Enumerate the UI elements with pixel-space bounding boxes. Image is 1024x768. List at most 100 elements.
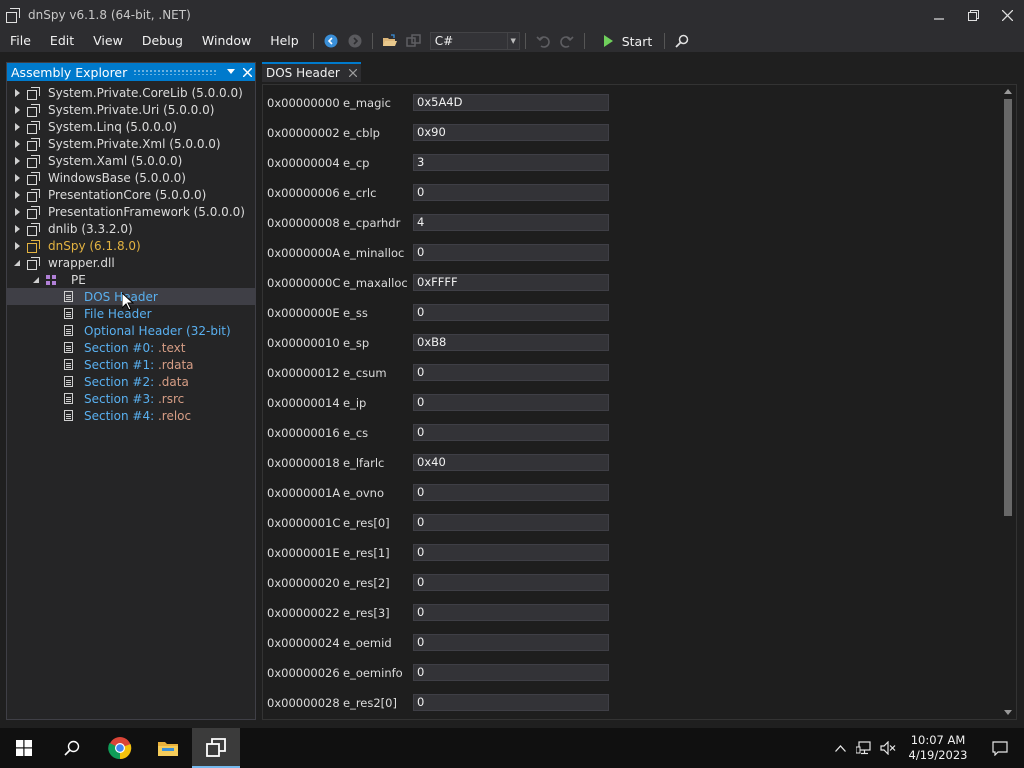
open-list-button[interactable]	[404, 31, 424, 51]
open-folder-icon	[382, 34, 397, 46]
minimize-icon	[934, 18, 944, 20]
field-value-input[interactable]: 0xB8	[413, 334, 609, 351]
menu-edit[interactable]: Edit	[40, 30, 83, 52]
panel-menu-button[interactable]	[223, 64, 239, 80]
field-value-input[interactable]: 0	[413, 304, 609, 321]
taskbar-file-explorer[interactable]	[144, 728, 192, 768]
field-value-input[interactable]: 0	[413, 634, 609, 651]
taskbar-dnspy[interactable]	[192, 728, 240, 768]
field-value-input[interactable]: 0	[413, 244, 609, 261]
panel-grip[interactable]	[133, 69, 217, 75]
title-bar: dnSpy v6.1.8 (64-bit, .NET)	[0, 0, 1024, 30]
tree-item-section[interactable]: Section #4: .reloc	[7, 407, 255, 424]
action-center-button[interactable]	[976, 728, 1024, 768]
dnspy-app-icon	[206, 738, 226, 757]
field-value-input[interactable]: 0	[413, 364, 609, 381]
taskbar-chrome[interactable]	[96, 728, 144, 768]
field-value-input[interactable]: 0	[413, 514, 609, 531]
menu-view[interactable]: View	[83, 30, 132, 52]
volume-button[interactable]	[876, 728, 900, 768]
expand-arrow-icon[interactable]	[12, 220, 22, 237]
tree-item-assembly[interactable]: System.Linq (5.0.0.0)	[7, 118, 255, 135]
menu-window[interactable]: Window	[192, 30, 260, 52]
tree-item-assembly-wrapper[interactable]: wrapper.dll	[7, 254, 255, 271]
field-value-input[interactable]: 0	[413, 184, 609, 201]
panel-close-button[interactable]	[239, 64, 255, 80]
search-button[interactable]	[672, 31, 692, 51]
field-value-input[interactable]: 3	[413, 154, 609, 171]
scroll-up-arrow-icon[interactable]	[1004, 89, 1012, 94]
tree-item-dos-header[interactable]: DOS Header	[7, 288, 255, 311]
field-value-input[interactable]: 0x90	[413, 124, 609, 141]
maximize-button[interactable]	[956, 0, 990, 30]
tree-item-assembly-dnspy[interactable]: dnSpy (6.1.8.0)	[7, 237, 255, 254]
menu-help[interactable]: Help	[260, 30, 308, 52]
expand-arrow-icon[interactable]	[12, 101, 22, 118]
open-button[interactable]	[380, 31, 400, 51]
field-value-input[interactable]: 4	[413, 214, 609, 231]
navigate-back-button[interactable]	[321, 31, 341, 51]
expand-arrow-icon[interactable]	[12, 118, 22, 135]
expand-arrow-icon[interactable]	[12, 203, 22, 220]
menu-debug[interactable]: Debug	[132, 30, 192, 52]
tree-item-file-header[interactable]: File Header	[7, 305, 255, 322]
tree-item-assembly[interactable]: System.Private.Xml (5.0.0.0)	[7, 135, 255, 152]
vertical-scrollbar[interactable]	[1001, 85, 1015, 719]
expand-arrow-icon[interactable]	[12, 237, 22, 254]
taskbar-clock[interactable]: 10:07 AM 4/19/2023	[900, 733, 976, 763]
taskbar-search-button[interactable]	[48, 728, 96, 768]
start-menu-button[interactable]	[0, 728, 48, 768]
undo-button[interactable]	[533, 31, 553, 51]
field-value-input[interactable]: 0	[413, 424, 609, 441]
field-value-input[interactable]: 0	[413, 604, 609, 621]
field-value-input[interactable]: 0x5A4D	[413, 94, 609, 111]
tree-item-assembly[interactable]: PresentationFramework (5.0.0.0)	[7, 203, 255, 220]
field-value-input[interactable]: 0	[413, 664, 609, 681]
expand-arrow-icon[interactable]	[12, 84, 22, 101]
scrollbar-thumb[interactable]	[1004, 99, 1012, 516]
tree-item-assembly[interactable]: PresentationCore (5.0.0.0)	[7, 186, 255, 203]
field-value-input[interactable]: 0	[413, 394, 609, 411]
show-hidden-icons-button[interactable]	[828, 728, 852, 768]
tree-item-section[interactable]: Section #0: .text	[7, 339, 255, 356]
tab-dos-header[interactable]: DOS Header	[262, 62, 361, 82]
start-debug-button[interactable]: Start	[603, 33, 653, 49]
field-value-input[interactable]: 0x40	[413, 454, 609, 471]
tree-item-assembly[interactable]: WindowsBase (5.0.0.0)	[7, 169, 255, 186]
tree-item-assembly[interactable]: System.Private.Uri (5.0.0.0)	[7, 101, 255, 118]
tree-item-assembly[interactable]: System.Private.CoreLib (5.0.0.0)	[7, 84, 255, 101]
collapse-arrow-icon[interactable]	[12, 254, 22, 271]
redo-button[interactable]	[557, 31, 577, 51]
field-value-input[interactable]: 0xFFFF	[413, 274, 609, 291]
expand-arrow-icon[interactable]	[12, 169, 22, 186]
tree-item-pe[interactable]: PE	[7, 271, 255, 288]
navigate-forward-button[interactable]	[345, 31, 365, 51]
dos-header-field-row: 0x00000004 e_cp 3	[267, 154, 609, 171]
dos-header-field-row: 0x00000022 e_res[3] 0	[267, 604, 609, 621]
expand-arrow-icon[interactable]	[12, 186, 22, 203]
minimize-button[interactable]	[922, 0, 956, 30]
dnspy-app-icon[interactable]	[6, 8, 20, 23]
tree-item-section[interactable]: Section #3: .rsrc	[7, 390, 255, 407]
tree-item-section[interactable]: Section #2: .data	[7, 373, 255, 390]
field-value-input[interactable]: 0	[413, 544, 609, 561]
field-value-input[interactable]: 0	[413, 574, 609, 591]
menu-file[interactable]: File	[0, 30, 40, 52]
language-select[interactable]: C# ▼	[429, 32, 520, 50]
start-label: Start	[621, 33, 653, 49]
tree-item-assembly[interactable]: dnlib (3.3.2.0)	[7, 220, 255, 237]
scroll-down-arrow-icon[interactable]	[1004, 710, 1012, 715]
field-value-input[interactable]: 0	[413, 694, 609, 711]
tab-close-icon[interactable]	[348, 67, 358, 80]
close-button[interactable]	[990, 0, 1024, 30]
expand-arrow-icon[interactable]	[12, 135, 22, 152]
network-button[interactable]	[852, 728, 876, 768]
field-name: e_ip	[343, 395, 367, 410]
tree-item-assembly[interactable]: System.Xaml (5.0.0.0)	[7, 152, 255, 169]
expand-arrow-icon[interactable]	[12, 152, 22, 169]
assembly-explorer-title: Assembly Explorer	[11, 64, 128, 80]
field-value-input[interactable]: 0	[413, 484, 609, 501]
collapse-arrow-icon[interactable]	[31, 271, 41, 288]
tree-item-optional-header[interactable]: Optional Header (32-bit)	[7, 322, 255, 339]
tree-item-section[interactable]: Section #1: .rdata	[7, 356, 255, 373]
